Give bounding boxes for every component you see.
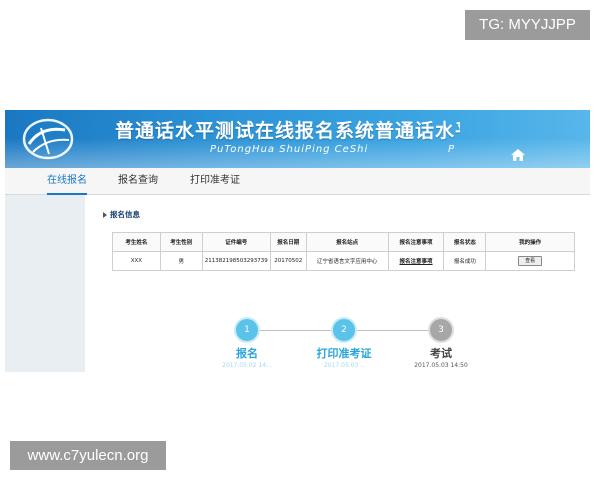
progress-steps: 1 2 3 报名 打印准考证 考试 2017.05.02 14:.. 2017.… [85, 195, 590, 372]
app-screenshot: 普通话水平测试在线报名系统普通话水平测 PuTongHua ShuiPing C… [5, 110, 590, 372]
step-connector-2 [356, 330, 430, 331]
header-banner: 普通话水平测试在线报名系统普通话水平测 PuTongHua ShuiPing C… [5, 110, 590, 168]
step-3-date: 2017.05.03 14:50 [414, 362, 468, 369]
site-logo-icon [22, 118, 74, 160]
step-3-circle: 3 [430, 319, 452, 341]
watermark-tag-bottom: www.c7yulecn.org [10, 441, 166, 470]
step-2-date: 2017.05.03 .. [323, 362, 365, 369]
step-1-circle: 1 [236, 319, 258, 341]
step-1-date: 2017.05.02 14:.. [222, 362, 272, 369]
main-nav: 在线报名 报名查询 打印准考证 [5, 168, 590, 195]
banner-title: 普通话水平测试在线报名系统普通话水平测 [115, 120, 460, 142]
home-icon[interactable] [510, 148, 526, 162]
left-sidebar [5, 195, 85, 372]
step-3-label: 考试 [430, 347, 452, 360]
nav-item-online-registration[interactable]: 在线报名 [47, 168, 87, 195]
step-connector-1 [259, 330, 333, 331]
banner-subtitle-trail: P [448, 144, 455, 155]
nav-item-print-admission[interactable]: 打印准考证 [190, 168, 240, 195]
step-2-circle: 2 [333, 319, 355, 341]
step-1-label: 报名 [236, 347, 258, 360]
banner-subtitle: PuTongHua ShuiPing CeShi [210, 144, 369, 155]
main-content: 报名信息 考生姓名 考生性别 证件编号 报名日期 报名站点 报名注意事项 报名状… [85, 195, 590, 372]
watermark-tag-top: TG: MYYJJPP [465, 10, 590, 40]
nav-item-registration-query[interactable]: 报名查询 [118, 168, 158, 195]
page: TG: MYYJJPP 普通话水平测试在线报名系统普通话水平测 PuTongHu… [0, 0, 600, 480]
step-2-label: 打印准考证 [316, 347, 372, 360]
